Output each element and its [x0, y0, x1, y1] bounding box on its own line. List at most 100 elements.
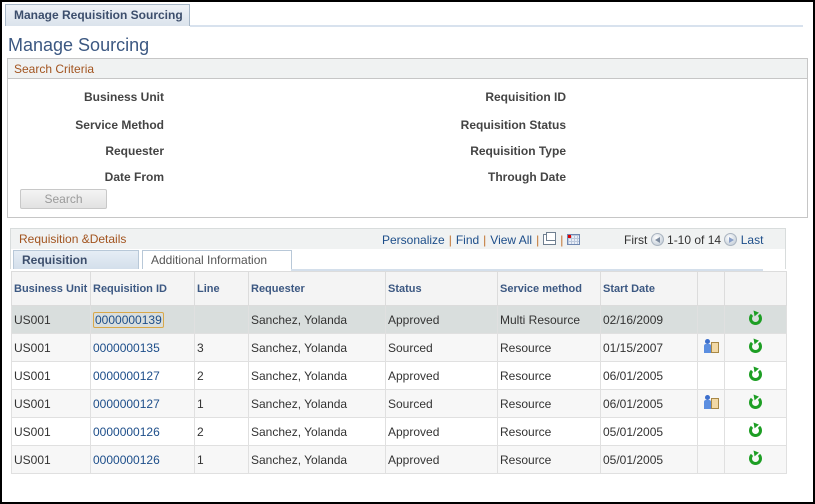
refresh-icon[interactable]	[749, 339, 762, 353]
business-unit-cell: US001	[11, 305, 91, 334]
search-criteria-header[interactable]: Search Criteria	[8, 59, 807, 79]
status-cell: Sourced	[388, 340, 433, 355]
business-unit-cell: US001	[14, 312, 51, 327]
service-method-cell: Resource	[497, 333, 601, 362]
requisition-id-link[interactable]: 0000000135	[93, 341, 160, 355]
requester-cell: Sanchez, Yolanda	[248, 445, 386, 474]
requisition-id-cell: 0000000135	[90, 333, 195, 362]
refresh-icon[interactable]	[749, 311, 762, 325]
new-window-icon[interactable]	[543, 232, 557, 245]
requester-cell: Sanchez, Yolanda	[251, 340, 348, 355]
tab-requisition-details[interactable]: Requisition Details	[13, 250, 139, 285]
requester-cell: Sanchez, Yolanda	[248, 305, 386, 334]
grid-nav-links: Personalize | Find | View All | |	[382, 232, 581, 247]
sourcing-cell	[697, 361, 725, 390]
start-date-cell: 02/16/2009	[600, 305, 698, 334]
grid-tabs: Requisition Details Additional Informati…	[10, 249, 786, 285]
column-header-requester[interactable]: Requester	[248, 271, 386, 306]
separator: |	[560, 233, 564, 247]
person-icon	[703, 394, 711, 409]
requisition-details-grid: Requisition &Details Personalize | Find | Vi…	[10, 228, 787, 498]
column-header-line[interactable]: Line	[194, 271, 249, 306]
last-link[interactable]: Last	[741, 233, 764, 247]
action-cell	[724, 305, 787, 334]
box-icon	[710, 341, 719, 353]
line-cell: 3	[197, 340, 204, 355]
tab-manage-requisition-sourcing[interactable]: Manage Requisition Sourcing	[5, 4, 190, 26]
search-criteria-panel: Search Criteria Business Unit Service Me…	[7, 58, 808, 218]
column-header-business-unit[interactable]: Business Unit	[11, 271, 91, 306]
requisition-id-cell: 0000000126	[90, 445, 195, 474]
sourcing-details-icon[interactable]	[703, 338, 720, 354]
grid-header-bar: Requisition &Details Personalize | Find | Vi…	[10, 228, 786, 249]
requester-cell: Sanchez, Yolanda	[251, 424, 348, 439]
find-link[interactable]: Find	[456, 233, 479, 247]
table-row[interactable]: US001 0000000127 1 Sanchez, Yolanda Sourced R…	[11, 389, 787, 418]
service-method-cell: Resource	[497, 417, 601, 446]
search-button[interactable]: Search	[20, 189, 107, 209]
column-header-requisition-id[interactable]: Requisition ID	[90, 271, 195, 306]
service-method-cell: Resource	[500, 368, 552, 383]
start-date-cell: 01/15/2007	[603, 340, 664, 355]
status-cell: Sourced	[385, 333, 498, 362]
requisition-type-label: Requisition Type	[470, 144, 566, 158]
status-cell: Approved	[388, 424, 440, 439]
requester-cell: Sanchez, Yolanda	[251, 312, 348, 327]
requisition-id-link[interactable]: 0000000127	[93, 369, 160, 383]
start-date-cell: 05/01/2005	[600, 417, 698, 446]
refresh-icon[interactable]	[749, 367, 762, 381]
previous-arrow-icon[interactable]	[650, 233, 664, 246]
refresh-icon[interactable]	[749, 423, 762, 437]
table-row[interactable]: US001 0000000139 Sanchez, Yolanda Approved M…	[11, 305, 787, 334]
line-cell: 2	[197, 424, 204, 439]
sourcing-cell	[697, 333, 725, 362]
requisition-id-link[interactable]: 0000000127	[93, 397, 160, 411]
column-header-status[interactable]: Status	[385, 271, 498, 306]
view-all-link[interactable]: View All	[490, 233, 532, 247]
separator: |	[536, 233, 540, 247]
pager: First 1-10 of 14 Last	[624, 233, 763, 247]
status-cell: Approved	[388, 452, 440, 467]
download-spreadsheet-icon[interactable]	[567, 234, 581, 245]
start-date-cell: 06/01/2005	[600, 389, 698, 418]
status-cell: Approved	[388, 312, 440, 327]
first-link: First	[624, 233, 648, 247]
service-method-cell: Resource	[497, 445, 601, 474]
service-method-cell: Resource	[500, 340, 552, 355]
requester-label: Requester	[105, 144, 164, 158]
business-unit-cell: US001	[11, 417, 91, 446]
requester-cell: Sanchez, Yolanda	[248, 417, 386, 446]
line-cell: 2	[194, 361, 249, 390]
tab-divider	[190, 25, 803, 27]
line-cell: 2	[194, 417, 249, 446]
column-header-start-date[interactable]: Start Date	[600, 271, 698, 306]
requisition-id-link[interactable]: 0000000126	[93, 453, 160, 467]
line-cell: 1	[194, 445, 249, 474]
start-date-cell: 05/01/2005	[603, 424, 664, 439]
business-unit-label: Business Unit	[83, 90, 164, 104]
sourcing-cell	[697, 305, 725, 334]
table-row[interactable]: US001 0000000126 1 Sanchez, Yolanda Approved…	[11, 445, 787, 474]
separator: |	[448, 233, 452, 247]
action-cell	[724, 389, 787, 418]
sourcing-cell	[697, 389, 725, 418]
next-arrow-icon[interactable]	[724, 233, 738, 246]
table-row[interactable]: US001 0000000135 3 Sanchez, Yolanda Sourced R…	[11, 333, 787, 362]
requisition-id-link[interactable]: 0000000139	[93, 311, 164, 328]
table-header-row: Business Unit Requisition ID Line Reques…	[11, 271, 787, 306]
table-row[interactable]: US001 0000000127 2 Sanchez, Yolanda Approved…	[11, 361, 787, 390]
personalize-link[interactable]: Personalize	[382, 233, 445, 247]
business-unit-cell: US001	[11, 389, 91, 418]
service-method-cell: Resource	[497, 361, 601, 390]
column-header-service-method[interactable]: Service method	[497, 271, 601, 306]
start-date-cell: 05/01/2005	[603, 452, 664, 467]
service-method-cell: Multi Resource	[500, 312, 581, 327]
refresh-icon[interactable]	[749, 395, 762, 409]
refresh-icon[interactable]	[749, 451, 762, 465]
table-row[interactable]: US001 0000000126 2 Sanchez, Yolanda Approved…	[11, 417, 787, 446]
business-unit-cell: US001	[14, 368, 51, 383]
requisition-id-link[interactable]: 0000000126	[93, 425, 160, 439]
sourcing-details-icon[interactable]	[703, 394, 720, 410]
tab-additional-information[interactable]: Additional Information	[142, 250, 292, 269]
line-cell: 1	[197, 452, 204, 467]
